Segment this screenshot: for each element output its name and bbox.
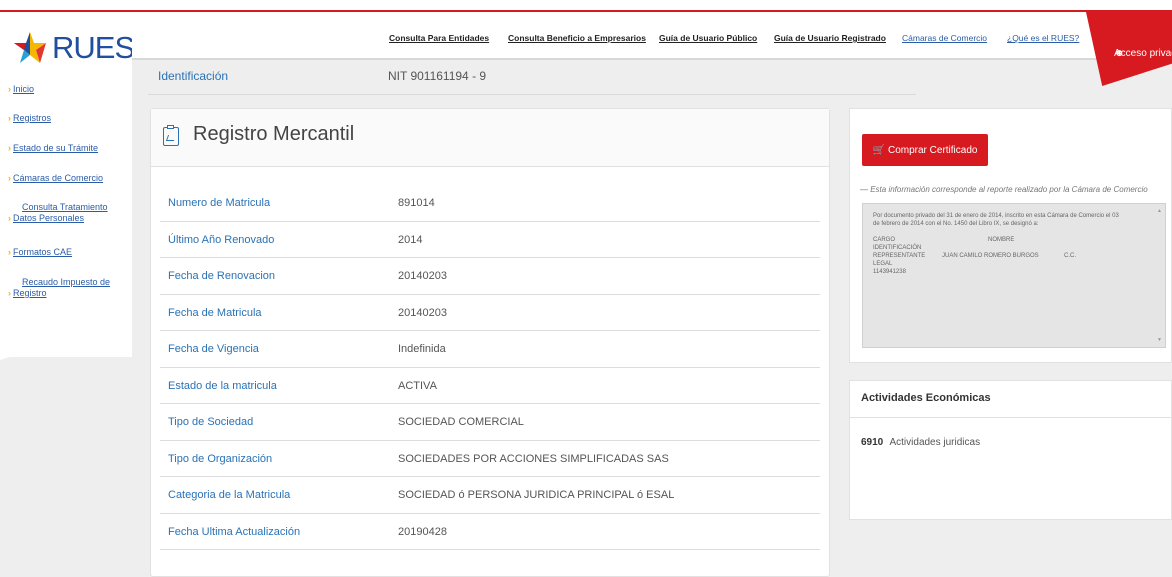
- acceso-privado-label: Acceso privado: [1114, 48, 1172, 59]
- page-title: Registro Mercantil: [193, 123, 355, 145]
- chevron-right-icon: ›: [8, 143, 11, 153]
- line-id: 1143941238: [873, 269, 906, 275]
- identificacion-value: NIT 901161194 - 9: [388, 69, 487, 83]
- activity-code: 6910: [861, 437, 884, 448]
- table-row: Fecha de Matricula 20140203: [160, 295, 820, 331]
- actividades-title: Actividades Económicas: [861, 392, 991, 404]
- chevron-right-icon: ›: [8, 213, 11, 223]
- row-value: SOCIEDAD COMERCIAL: [398, 416, 524, 428]
- table-row: Último Año Renovado 2014: [160, 222, 820, 258]
- table-row: Numero de Matricula 891014: [160, 185, 820, 222]
- table-row: Fecha de Renovacion 20140203: [160, 258, 820, 295]
- col-identificacion: IDENTIFICACIÓN: [873, 245, 922, 251]
- row-label: Categoria de la Matricula: [168, 489, 291, 501]
- sidebar-item-recaudo-impuesto[interactable]: Recaudo Impuesto de: [22, 277, 110, 288]
- cart-icon: 🛒: [872, 144, 885, 156]
- chevron-right-icon: ›: [8, 173, 11, 183]
- scroll-up-icon[interactable]: ▲: [1157, 207, 1162, 215]
- table-row: Fecha de Vigencia Indefinida: [160, 331, 820, 368]
- table-row: Estado de la matricula ACTIVA: [160, 368, 820, 404]
- actividades-panel: Actividades Económicas 6910 Actividades …: [849, 380, 1172, 520]
- comprar-certificado-label: Comprar Certificado: [887, 144, 978, 156]
- nav-guia-registrado[interactable]: Guía de Usuario Registrado: [774, 33, 886, 43]
- comprar-certificado-button[interactable]: 🛒 Comprar Certificado: [862, 134, 988, 166]
- top-border: [0, 0, 1172, 12]
- scroll-down-icon[interactable]: ▼: [1157, 336, 1162, 344]
- nav-que-es-rues[interactable]: ¿Qué es el RUES?: [1007, 33, 1079, 43]
- row-value: 20140203: [398, 270, 447, 282]
- sidebar-item-consulta-tratamiento[interactable]: Consulta Tratamiento: [22, 202, 108, 213]
- row-label: Tipo de Organización: [168, 452, 273, 465]
- line-nombre: JUAN CAMILO ROMERO BURGOS: [942, 253, 1039, 259]
- row-value: 891014: [398, 197, 435, 209]
- col-cargo: CARGO: [873, 237, 896, 243]
- line-tipo: C.C.: [1064, 253, 1076, 259]
- row-value: ACTIVA: [398, 379, 437, 392]
- line-cargo: REPRESENTANTE LEGAL: [873, 253, 926, 267]
- chevron-right-icon: ›: [8, 247, 11, 257]
- textarea-paragraph: Por documento privado del 31 de enero de…: [873, 213, 1119, 227]
- clipboard-chart-icon: [163, 125, 179, 146]
- chevron-right-icon: ›: [8, 288, 11, 298]
- nav-consulta-beneficio[interactable]: Consulta Beneficio a Empresarios: [508, 33, 646, 43]
- certificado-panel: 🛒 Comprar Certificado — Esta información…: [849, 108, 1172, 363]
- acceso-privado-button[interactable]: ☻ Acceso privado: [1086, 12, 1172, 86]
- nav-consulta-entidades[interactable]: Consulta Para Entidades: [389, 33, 489, 43]
- row-label: Tipo de Sociedad: [168, 416, 254, 428]
- row-value: 20190428: [398, 525, 447, 538]
- sidebar-item-camaras[interactable]: › Cámaras de Comercio: [8, 173, 103, 184]
- panel-header: Registro Mercantil: [151, 109, 829, 167]
- sidebar-item-formatos-cae[interactable]: › Formatos CAE: [8, 247, 72, 258]
- identificacion-row: Identificación NIT 901161194 - 9: [148, 60, 916, 95]
- representantes-textarea[interactable]: ▲ Por documento privado del 31 de enero …: [862, 203, 1166, 348]
- sidebar-item-registro[interactable]: › Registro: [8, 288, 47, 299]
- top-nav: Consulta Para Entidades Consulta Benefic…: [132, 12, 1172, 60]
- table-row: Tipo de Organización SOCIEDADES POR ACCIO…: [160, 441, 820, 477]
- row-label: Último Año Renovado: [168, 233, 275, 246]
- nav-camaras-comercio[interactable]: Cámaras de Comercio: [902, 33, 987, 43]
- registro-table: Numero de Matricula 891014 Último Año Ren…: [160, 185, 820, 550]
- row-label: Fecha de Matricula: [168, 306, 262, 319]
- sidebar-item-registros[interactable]: › Registros: [8, 113, 51, 124]
- col-nombre: NOMBRE: [988, 237, 1015, 243]
- logo-text: RUES: [52, 30, 135, 65]
- list-item: 6910 Actividades juridicas: [861, 437, 980, 448]
- row-value: SOCIEDAD ó PERSONA JURIDICA PRINCIPAL ó …: [398, 489, 675, 501]
- chevron-right-icon: ›: [8, 113, 11, 123]
- info-note: — Esta información corresponde al report…: [860, 185, 1148, 194]
- table-row: Categoria de la Matricula SOCIEDAD ó PERS…: [160, 477, 820, 514]
- table-row: Tipo de Sociedad SOCIEDAD COMERCIAL: [160, 404, 820, 441]
- row-value: Indefinida: [398, 343, 446, 355]
- rues-star-icon: [14, 32, 46, 63]
- sidebar: RUES: [0, 12, 135, 357]
- sidebar-item-estado-tramite[interactable]: › Estado de su Trámite: [8, 143, 98, 154]
- table-row: Fecha Ultima Actualización 20190428: [160, 514, 820, 550]
- sidebar-item-inicio[interactable]: › Inicio: [8, 84, 34, 95]
- identificacion-label: Identificación: [158, 69, 229, 83]
- row-label: Estado de la matricula: [168, 379, 277, 392]
- row-value: 2014: [398, 233, 423, 246]
- activity-label: Actividades juridicas: [889, 437, 981, 448]
- sidebar-fold: [0, 320, 132, 360]
- chevron-right-icon: ›: [8, 84, 11, 94]
- row-value: 20140203: [398, 306, 447, 319]
- row-value: SOCIEDADES POR ACCIONES SIMPLIFICADAS SA…: [398, 452, 669, 465]
- nav-guia-publico[interactable]: Guía de Usuario Público: [659, 33, 757, 43]
- row-label: Fecha Ultima Actualización: [168, 525, 301, 538]
- sidebar-item-datos-personales[interactable]: › Datos Personales: [8, 213, 84, 224]
- row-label: Numero de Matricula: [168, 197, 271, 209]
- row-label: Fecha de Vigencia: [168, 343, 259, 355]
- row-label: Fecha de Renovacion: [168, 270, 276, 282]
- rues-logo[interactable]: RUES: [12, 30, 135, 66]
